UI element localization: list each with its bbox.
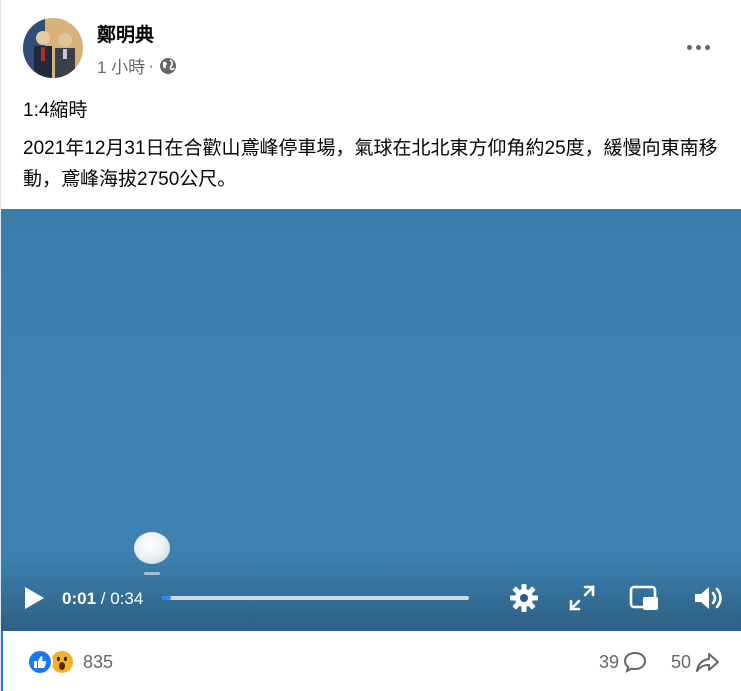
globe-icon xyxy=(159,57,176,74)
post-meta: 1 小時 · xyxy=(97,53,177,78)
time-display: 0:01 / 0:34 xyxy=(62,589,143,609)
thumbs-up-icon xyxy=(34,656,47,668)
picture-in-picture-icon[interactable] xyxy=(628,582,660,614)
settings-icon[interactable] xyxy=(508,582,540,614)
play-icon[interactable] xyxy=(23,586,45,610)
wow-face-icon xyxy=(52,652,72,672)
meta-separator: · xyxy=(148,55,154,75)
reaction-count: 835 xyxy=(83,651,114,672)
post-title-line: 1:4縮時 xyxy=(23,100,88,121)
more-options-button[interactable] xyxy=(683,40,713,54)
more-dot-icon xyxy=(695,44,701,50)
post-card: 鄭明典 1 小時 · 1:4縮時 2021年12月31日在合歡山鳶峰停車場，氣球… xyxy=(0,0,741,691)
comments-button[interactable]: 39 xyxy=(599,651,647,673)
share-arrow-icon xyxy=(696,653,720,672)
duration: 0:34 xyxy=(110,589,144,608)
video-player[interactable]: 0:01 / 0:34 xyxy=(1,209,741,631)
time-separator: / xyxy=(96,589,111,608)
reactions-summary[interactable]: 835 xyxy=(27,649,113,675)
more-dot-icon xyxy=(686,44,692,50)
like-reaction-icon xyxy=(27,649,53,675)
fullscreen-icon[interactable] xyxy=(566,582,598,614)
volume-icon[interactable] xyxy=(692,582,724,614)
progress-bar[interactable] xyxy=(162,596,469,600)
more-dot-icon xyxy=(704,44,710,50)
avatar[interactable] xyxy=(23,18,83,78)
shares-button[interactable]: 50 xyxy=(671,651,721,673)
share-count: 50 xyxy=(671,651,692,672)
post-footer: 835 39 50 xyxy=(1,631,741,691)
current-time: 0:01 xyxy=(62,589,97,608)
progress-fill xyxy=(162,596,172,600)
post-time[interactable]: 1 小時 xyxy=(97,53,145,78)
comment-icon xyxy=(624,651,647,673)
author-name[interactable]: 鄭明典 xyxy=(97,20,154,47)
avatar-photo-icon xyxy=(23,18,83,78)
comment-count: 39 xyxy=(599,651,620,672)
post-text: 2021年12月31日在合歡山鳶峰停車場，氣球在北北東方仰角約25度，緩慢向東南… xyxy=(23,138,718,190)
